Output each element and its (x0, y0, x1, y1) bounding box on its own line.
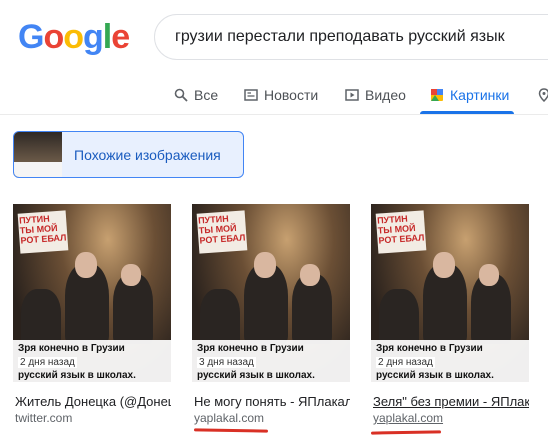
tab-label: Новости (264, 86, 319, 103)
poster-text: ПУТИН ТЫ МОЙ РОТ ЕБАЛ (197, 213, 246, 246)
tab-label: Видео (365, 86, 406, 103)
search-icon (174, 88, 188, 102)
similar-images-button[interactable]: Похожие изображения (13, 131, 244, 178)
header-divider (0, 114, 548, 115)
logo-letter: g (83, 18, 104, 56)
result-source[interactable]: yaplakal.com (373, 411, 443, 425)
result-title[interactable]: Не могу понять - ЯПлакал (194, 394, 350, 409)
result-thumbnail[interactable]: ПУТИН ТЫ МОЙ РОТ ЕБАЛ Зря конечно в Груз… (371, 204, 529, 382)
overlay-timestamp: 3 дня назад (197, 357, 256, 368)
result-title[interactable]: Зеля" без премии - ЯПлакал (373, 394, 529, 409)
caption-overlay: Зря конечно в Грузии русский язык в школ… (192, 340, 350, 382)
protest-poster: ПУТИН ТЫ МОЙ РОТ ЕБАЛ (17, 210, 69, 254)
search-input[interactable]: грузии перестали преподавать русский язы… (175, 28, 505, 46)
logo-letter: l (102, 18, 113, 56)
overlay-title: Зря конечно в Грузии (197, 343, 304, 354)
protest-poster: ПУТИН ТЫ МОЙ РОТ ЕБАЛ (196, 210, 248, 254)
images-icon (431, 88, 443, 101)
image-result-card[interactable]: ПУТИН ТЫ МОЙ РОТ ЕБАЛ Зря конечно в Груз… (370, 204, 529, 435)
similar-images-thumbnail (14, 132, 62, 177)
caption-overlay: Зря конечно в Грузии русский язык в школ… (13, 340, 171, 382)
overlay-title: Зря конечно в Грузии (376, 343, 483, 354)
overlay-timestamp: 2 дня назад (376, 357, 435, 368)
result-thumbnail[interactable]: ПУТИН ТЫ МОЙ РОТ ЕБАЛ Зря конечно в Груз… (13, 204, 171, 382)
overlay-caption: русский язык в школах. (376, 370, 494, 381)
search-box[interactable]: грузии перестали преподавать русский язы… (154, 14, 548, 60)
tab-maps[interactable] (537, 78, 548, 111)
image-result-card[interactable]: ПУТИН ТЫ МОЙ РОТ ЕБАЛ Зря конечно в Груз… (192, 204, 350, 433)
poster-text: ПУТИН ТЫ МОЙ РОТ ЕБАЛ (376, 213, 425, 246)
overlay-timestamp: 2 дня назад (18, 357, 77, 368)
logo-letter: e (111, 18, 130, 56)
tab-images[interactable]: Картинки (430, 78, 509, 111)
logo-letter: G (18, 18, 44, 56)
result-source[interactable]: twitter.com (15, 411, 72, 425)
overlay-title: Зря конечно в Грузии (18, 343, 125, 354)
protest-poster: ПУТИН ТЫ МОЙ РОТ ЕБАЛ (375, 210, 427, 254)
tab-label: Картинки (450, 86, 510, 103)
caption-overlay: Зря конечно в Грузии русский язык в школ… (371, 340, 529, 382)
red-annotation-underline (193, 428, 269, 433)
result-source[interactable]: yaplakal.com (194, 411, 264, 425)
logo-letter: o (43, 18, 64, 56)
search-tabs: Все Новости Видео Картинки (166, 78, 548, 114)
overlay-caption: русский язык в школах. (18, 370, 136, 381)
tab-video[interactable]: Видео (345, 78, 406, 111)
overlay-caption: русский язык в школах. (197, 370, 315, 381)
similar-images-label: Похожие изображения (74, 147, 221, 163)
image-result-card[interactable]: ПУТИН ТЫ МОЙ РОТ ЕБАЛ Зря конечно в Груз… (13, 204, 171, 425)
video-icon (345, 88, 359, 101)
result-thumbnail[interactable]: ПУТИН ТЫ МОЙ РОТ ЕБАЛ Зря конечно в Груз… (192, 204, 350, 382)
red-annotation-underline (370, 430, 442, 435)
tab-news[interactable]: Новости (244, 78, 318, 111)
google-logo[interactable]: Google (18, 18, 130, 57)
result-title[interactable]: Житель Донецка (@Донецк... (15, 394, 171, 409)
tab-all[interactable]: Все (174, 78, 218, 111)
poster-text: ПУТИН ТЫ МОЙ РОТ ЕБАЛ (18, 213, 67, 246)
tab-label: Все (194, 86, 219, 103)
news-icon (244, 88, 258, 101)
logo-letter: o (63, 18, 84, 56)
map-pin-icon (538, 87, 548, 102)
